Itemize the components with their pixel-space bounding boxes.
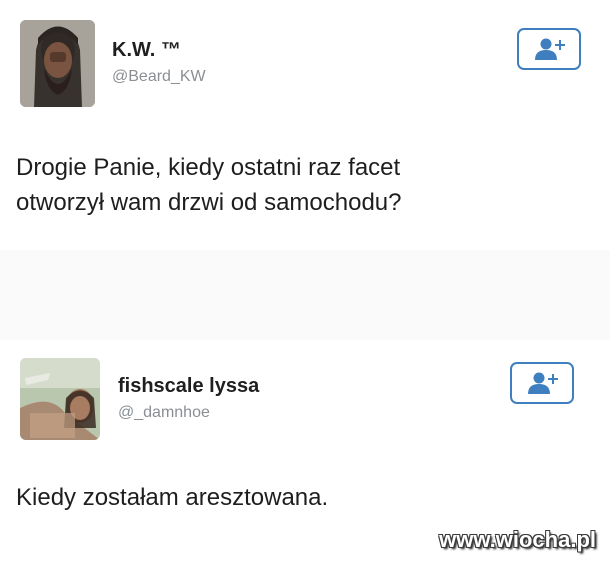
- watermark: www.wiocha.pl: [439, 527, 596, 552]
- add-user-icon: [528, 372, 558, 394]
- display-name[interactable]: fishscale lyssa: [118, 375, 259, 398]
- add-user-icon: [535, 38, 565, 60]
- tweet-text-line: Kiedy zostałam aresztowana.: [16, 484, 329, 511]
- display-name[interactable]: K.W. ™: [112, 39, 181, 62]
- handle[interactable]: @_damnhoe: [118, 404, 210, 422]
- tweet-1: K.W. ™ @Beard_KW Drogie Panie, kiedy ost…: [0, 0, 610, 250]
- follow-button[interactable]: [517, 28, 581, 70]
- handle[interactable]: @Beard_KW: [112, 68, 206, 86]
- tweet-text: Drogie Panie, kiedy ostatni raz facet ot…: [16, 150, 402, 220]
- tweet-separator: [0, 250, 610, 340]
- avatar[interactable]: [20, 358, 100, 440]
- follow-button[interactable]: [510, 362, 574, 404]
- avatar[interactable]: [20, 20, 95, 107]
- tweet-text-line: Drogie Panie, kiedy ostatni raz facet: [16, 154, 401, 181]
- tweet-text-line: otworzył wam drzwi od samochodu?: [16, 189, 402, 216]
- tweet-text: Kiedy zostałam aresztowana.: [16, 480, 328, 515]
